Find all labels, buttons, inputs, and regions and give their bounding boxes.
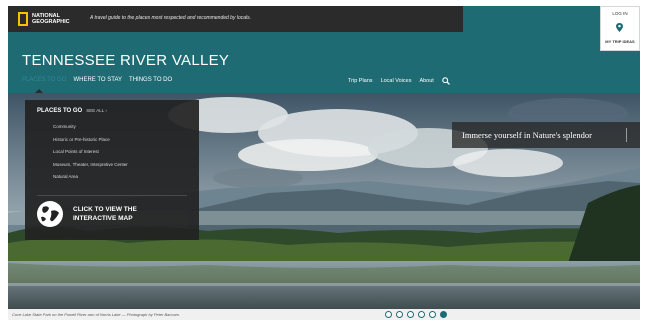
tagline: A travel guide to the places most respec… xyxy=(90,15,252,21)
see-all-link[interactable]: SEE ALL › xyxy=(86,108,107,113)
map-cta-line2[interactable]: INTERACTIVE MAP xyxy=(73,215,133,222)
nav-where-to-stay[interactable]: WHERE TO STAY xyxy=(73,77,122,83)
map-pin-icon[interactable] xyxy=(616,23,623,32)
slide-dot-6[interactable] xyxy=(440,311,447,318)
dropdown-divider xyxy=(37,195,187,196)
national-geographic-logo[interactable]: NATIONAL GEOGRAPHIC xyxy=(18,10,78,28)
globe-icon[interactable] xyxy=(35,199,65,229)
nav-about[interactable]: About xyxy=(419,78,433,84)
yellow-border-icon xyxy=(18,12,28,26)
nav-things-to-do[interactable]: THINGS TO DO xyxy=(129,77,172,83)
photo-caption: Cove Lake State Park on the Powell River… xyxy=(12,312,180,317)
search-icon[interactable] xyxy=(442,77,450,85)
slide-dot-5[interactable] xyxy=(429,311,436,318)
nav-trip-plans[interactable]: Trip Plans xyxy=(348,78,373,84)
dropdown-item-community[interactable]: Community xyxy=(53,124,128,137)
slideshow-footer: Cove Lake State Park on the Powell River… xyxy=(8,309,640,320)
dropdown-item-historic[interactable]: Historic or Pre-historic Place xyxy=(53,137,128,150)
dropdown-item-museum[interactable]: Museum, Theater, Interpretive Center xyxy=(53,162,128,175)
promo-text: Immerse yourself in Nature's splendor xyxy=(462,130,592,140)
account-box: LOG IN MY TRIP IDEAS xyxy=(600,6,640,51)
dropdown-item-natural-area[interactable]: Natural Area xyxy=(53,174,128,187)
places-dropdown-menu: PLACES TO GO SEE ALL › Community Historic… xyxy=(25,100,199,240)
trip-ideas-link[interactable]: MY TRIP IDEAS xyxy=(601,39,639,44)
dropdown-title: PLACES TO GO SEE ALL › xyxy=(37,108,107,114)
promo-divider xyxy=(626,128,627,142)
slide-indicators xyxy=(385,311,447,318)
slide-dot-2[interactable] xyxy=(396,311,403,318)
dropdown-list: Community Historic or Pre-historic Place… xyxy=(53,124,128,187)
dropdown-item-points-of-interest[interactable]: Local Points of Interest xyxy=(53,149,128,162)
utility-nav: Trip Plans Local Voices About xyxy=(348,77,450,85)
promo-banner[interactable]: Immerse yourself in Nature's splendor xyxy=(452,122,640,148)
logo-text: NATIONAL GEOGRAPHIC xyxy=(32,13,70,25)
login-link[interactable]: LOG IN xyxy=(601,11,639,16)
main-nav: PLACES TO GO WHERE TO STAY THINGS TO DO xyxy=(22,77,172,83)
slide-dot-3[interactable] xyxy=(407,311,414,318)
slide-dot-4[interactable] xyxy=(418,311,425,318)
top-bar: NATIONAL GEOGRAPHIC A travel guide to th… xyxy=(8,6,463,32)
page-frame: NATIONAL GEOGRAPHIC A travel guide to th… xyxy=(8,6,640,320)
site-title[interactable]: TENNESSEE RIVER VALLEY xyxy=(22,52,229,69)
dropdown-heading: PLACES TO GO xyxy=(37,108,83,114)
map-cta-line1[interactable]: CLICK TO VIEW THE xyxy=(73,206,137,213)
site-header: NATIONAL GEOGRAPHIC A travel guide to th… xyxy=(8,6,640,93)
nav-places-to-go[interactable]: PLACES TO GO xyxy=(22,77,66,83)
nav-local-voices[interactable]: Local Voices xyxy=(381,78,412,84)
slide-dot-1[interactable] xyxy=(385,311,392,318)
